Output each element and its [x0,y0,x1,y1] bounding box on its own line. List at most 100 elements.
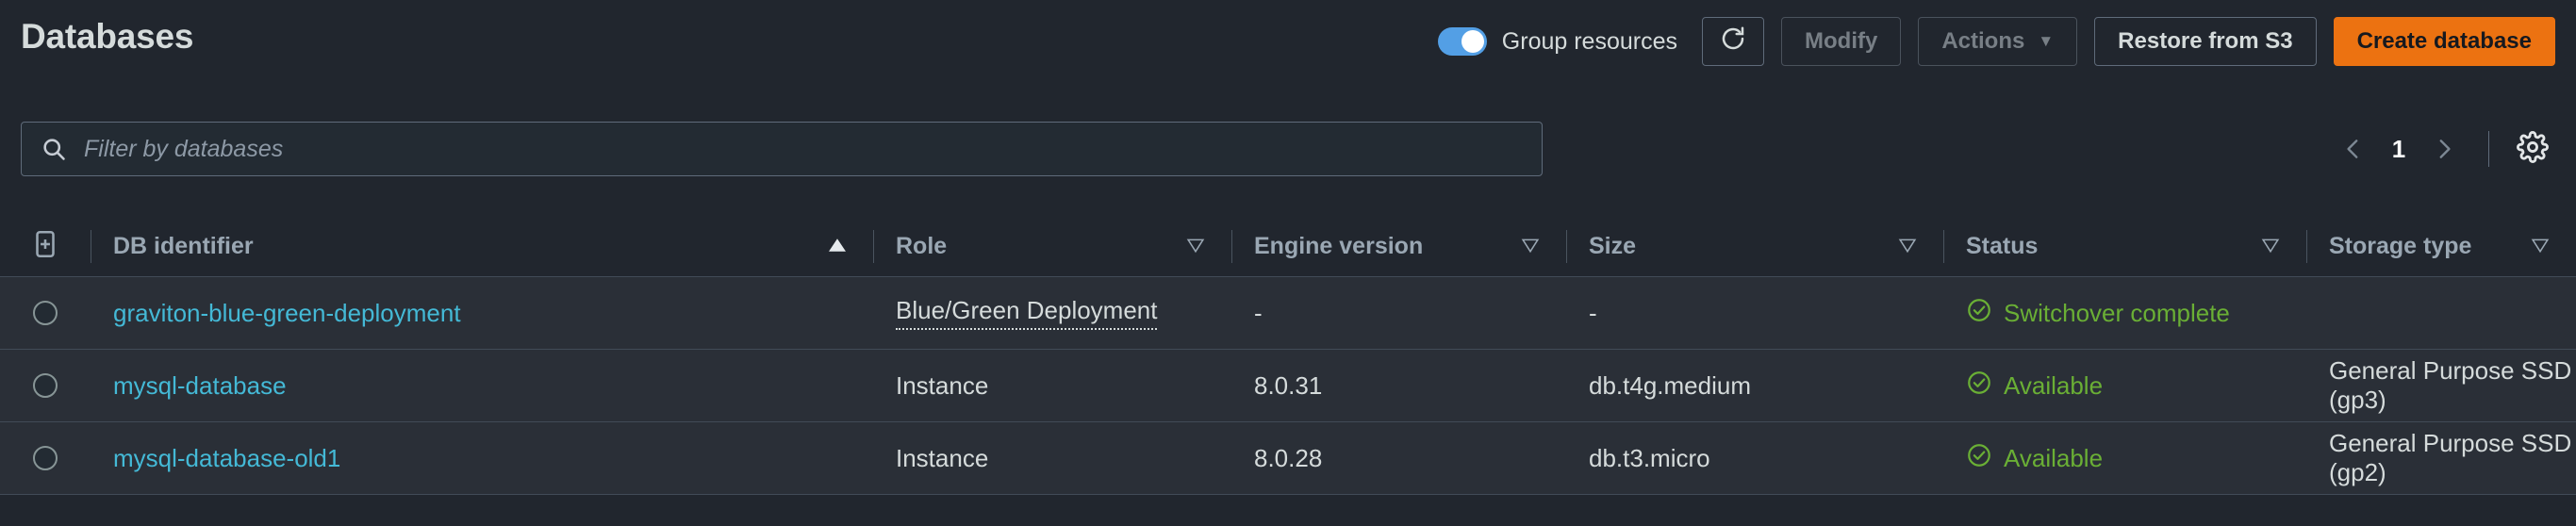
cell-engine-version: 8.0.31 [1231,350,1566,421]
prev-page-button[interactable] [2330,125,2377,173]
gear-icon [2517,130,2549,168]
sort-icon [1519,233,1542,260]
cell-db-identifier: graviton-blue-green-deployment [91,277,873,349]
cell-engine-version: 8.0.28 [1231,422,1566,494]
column-header-role[interactable]: Role [873,217,1231,276]
filter-row: 1 [0,108,2576,217]
storage-type-value: General Purpose SSD (gp2) [2329,429,2572,486]
cell-storage-type: General Purpose SSD (gp3) [2306,350,2576,421]
refresh-button[interactable] [1702,17,1764,66]
databases-table: DB identifier Role Engine version Size S… [0,217,2576,495]
cell-size: db.t4g.medium [1566,350,1943,421]
status-badge: Available [1966,442,2103,475]
cell-role: Instance [873,422,1231,494]
engine-version-value: - [1254,298,1263,327]
cell-status: Available [1943,350,2306,421]
next-page-button[interactable] [2420,125,2468,173]
restore-label: Restore from S3 [2118,28,2293,54]
status-text: Available [2004,370,2104,400]
table-row[interactable]: mysql-database-old1 Instance 8.0.28 db.t… [0,422,2576,495]
role-value[interactable]: Blue/Green Deployment [896,296,1158,330]
refresh-icon [1719,25,1747,58]
cell-size: - [1566,277,1943,349]
cell-status: Available [1943,422,2306,494]
status-badge: Switchover complete [1966,297,2230,330]
column-label: Engine version [1254,233,1424,259]
cell-size: db.t3.micro [1566,422,1943,494]
create-database-label: Create database [2356,28,2532,54]
column-header-db-identifier[interactable]: DB identifier [91,217,873,276]
sort-icon [2259,233,2282,260]
preferences-button[interactable] [2510,126,2555,172]
db-identifier-link[interactable]: mysql-database [113,371,287,401]
pagination: 1 [2330,122,2555,176]
row-select-cell[interactable] [0,350,91,421]
create-database-button[interactable]: Create database [2333,17,2555,66]
expand-all-cell [0,217,91,276]
row-radio-button[interactable] [33,446,58,470]
storage-type-value: General Purpose SSD (gp3) [2329,356,2572,414]
row-select-cell[interactable] [0,422,91,494]
page-number[interactable]: 1 [2377,135,2420,164]
modify-label: Modify [1805,28,1878,54]
role-value: Instance [896,370,989,400]
status-text: Switchover complete [2004,298,2230,327]
sort-icon [1896,233,1919,260]
row-radio-button[interactable] [33,373,58,398]
actions-label: Actions [1941,28,2025,54]
group-resources-toggle[interactable] [1437,27,1487,56]
search-icon [41,136,67,162]
column-label: Size [1589,233,1637,259]
sort-icon [2529,233,2551,260]
row-radio-button[interactable] [33,301,58,325]
column-label: Storage type [2329,233,2472,259]
cell-engine-version: - [1231,277,1566,349]
column-label: Status [1966,233,2039,259]
expand-all-icon[interactable] [29,228,61,265]
cell-storage-type: General Purpose SSD (gp2) [2306,422,2576,494]
column-header-size[interactable]: Size [1566,217,1943,276]
status-success-icon [1966,442,1992,475]
row-select-cell[interactable] [0,277,91,349]
sort-icon [1184,233,1207,260]
engine-version-value: 8.0.31 [1254,370,1323,400]
search-box[interactable] [21,122,1543,176]
cell-role: Blue/Green Deployment [873,277,1231,349]
page-title: Databases [21,17,194,56]
chevron-down-icon: ▼ [2038,32,2055,50]
status-text: Available [2004,443,2104,472]
table-row[interactable]: graviton-blue-green-deployment Blue/Gree… [0,277,2576,350]
toggle-knob [1461,30,1484,53]
restore-from-s3-button[interactable]: Restore from S3 [2094,17,2317,66]
db-identifier-link[interactable]: graviton-blue-green-deployment [113,299,461,328]
page-toolbar: Group resources Modify Actions ▼ Restore… [1437,17,2555,66]
column-header-engine-version[interactable]: Engine version [1231,217,1566,276]
size-value: db.t4g.medium [1589,370,1751,400]
column-label: Role [896,233,948,259]
search-input[interactable] [84,135,1523,163]
role-value: Instance [896,443,989,472]
column-header-storage-type[interactable]: Storage type [2306,217,2576,276]
group-resources-toggle-group[interactable]: Group resources [1437,27,1677,56]
size-value: db.t3.micro [1589,443,1710,472]
modify-button[interactable]: Modify [1781,17,1902,66]
cell-role: Instance [873,350,1231,421]
column-label: DB identifier [113,233,254,259]
status-badge: Available [1966,370,2103,403]
group-resources-label: Group resources [1501,27,1677,55]
cell-storage-type [2306,277,2576,349]
page-header: Databases Group resources Modify Actions… [0,0,2576,108]
size-value: - [1589,298,1597,327]
cell-status: Switchover complete [1943,277,2306,349]
cell-db-identifier: mysql-database [91,350,873,421]
table-row[interactable]: mysql-database Instance 8.0.31 db.t4g.me… [0,350,2576,422]
db-identifier-link[interactable]: mysql-database-old1 [113,444,340,473]
cell-db-identifier: mysql-database-old1 [91,422,873,494]
engine-version-value: 8.0.28 [1254,443,1323,472]
table-header-row: DB identifier Role Engine version Size S… [0,217,2576,277]
actions-button[interactable]: Actions ▼ [1918,17,2078,66]
status-success-icon [1966,297,1992,330]
column-header-status[interactable]: Status [1943,217,2306,276]
sort-ascending-icon [826,233,849,260]
status-success-icon [1966,370,1992,403]
